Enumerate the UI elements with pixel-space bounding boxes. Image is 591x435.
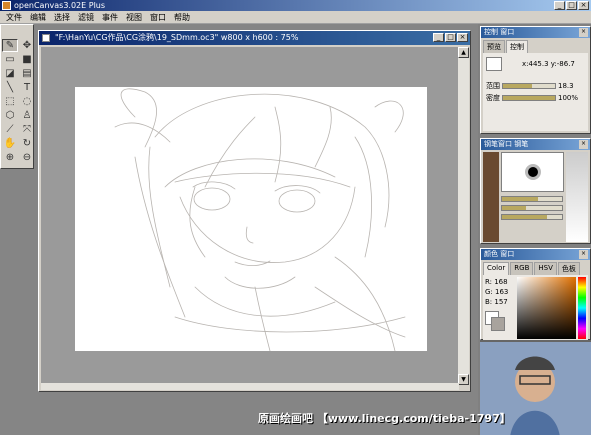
- minimize-button[interactable]: _: [554, 1, 565, 10]
- menu-filter[interactable]: 滤镜: [74, 11, 98, 24]
- zoom-out-tool-icon[interactable]: ⊖: [19, 151, 35, 164]
- document-icon: [42, 34, 50, 42]
- app-window: openCanvas3.02E Plus _ □ × 文件 编辑 选择 滤镜 事…: [0, 0, 591, 435]
- scroll-up-icon[interactable]: ▲: [458, 47, 469, 58]
- close-icon[interactable]: ×: [579, 28, 588, 37]
- canvas-area[interactable]: [41, 47, 459, 385]
- doc-close-button[interactable]: ×: [457, 33, 468, 42]
- stamp-tool-icon[interactable]: ♙: [19, 109, 35, 122]
- select-tool-icon[interactable]: ⬚: [2, 95, 18, 108]
- gradient-tool-icon[interactable]: ▤: [19, 67, 35, 80]
- menu-bar: 文件 编辑 选择 滤镜 事件 视图 窗口 帮助: [0, 11, 591, 24]
- brush-list[interactable]: [483, 152, 499, 242]
- density-slider[interactable]: [502, 95, 556, 101]
- range-label: 范围: [486, 82, 500, 90]
- brush-slider-1[interactable]: [501, 196, 563, 202]
- brush-slider-3[interactable]: [501, 214, 563, 220]
- rect-select-tool-icon[interactable]: ▭: [2, 53, 18, 66]
- range-slider[interactable]: [502, 83, 556, 89]
- brush-slider-2[interactable]: [501, 205, 563, 211]
- color-picker-field[interactable]: [517, 277, 576, 339]
- brush-texture-strip[interactable]: [566, 152, 588, 242]
- coords-readout: x:445.3 y:-86.7: [522, 60, 575, 68]
- close-button[interactable]: ×: [578, 1, 589, 10]
- menu-help[interactable]: 帮助: [170, 11, 194, 24]
- menu-file[interactable]: 文件: [2, 11, 26, 24]
- sketch-artwork: [114, 88, 406, 352]
- density-value: 100%: [558, 94, 579, 102]
- transform-tool-icon[interactable]: ⤧: [19, 123, 35, 136]
- tab-preview[interactable]: 预览: [483, 40, 505, 53]
- horizontal-scrollbar[interactable]: [41, 383, 459, 390]
- move-tool-icon[interactable]: ✥: [19, 39, 35, 52]
- document-window: "F:\HanYu\CG作品\CG涂鸦\19_SDmm.oc3" w800 x …: [38, 30, 471, 392]
- control-panel-title: 控制 窗口 ×: [481, 27, 590, 38]
- foreground-color-swatch[interactable]: [491, 317, 505, 331]
- green-value: G: 163: [485, 288, 509, 296]
- app-icon: [2, 1, 11, 10]
- density-label: 密度: [486, 94, 500, 102]
- tab-rgb[interactable]: RGB: [510, 262, 534, 275]
- app-titlebar: openCanvas3.02E Plus _ □ ×: [0, 0, 591, 11]
- pen-tool-icon[interactable]: ✎: [2, 39, 18, 52]
- zoom-in-tool-icon[interactable]: ⊕: [2, 151, 18, 164]
- doc-minimize-button[interactable]: _: [433, 33, 444, 42]
- drawing-paper[interactable]: [75, 87, 427, 352]
- line-tool-icon[interactable]: ╲: [2, 81, 18, 94]
- document-titlebar: "F:\HanYu\CG作品\CG涂鸦\19_SDmm.oc3" w800 x …: [39, 31, 470, 45]
- close-icon[interactable]: ×: [579, 140, 588, 149]
- color-panel-title: 颜色 窗口 ×: [481, 249, 590, 260]
- menu-event[interactable]: 事件: [98, 11, 122, 24]
- control-panel: 控制 窗口× 预览 控制 x:445.3 y:-86.7 范围 18.3 密度: [480, 26, 591, 134]
- app-title: openCanvas3.02E Plus: [14, 1, 106, 10]
- tab-palette[interactable]: 色板: [557, 262, 580, 275]
- scroll-down-icon[interactable]: ▼: [458, 374, 469, 385]
- vertical-scrollbar[interactable]: ▲ ▼: [458, 47, 469, 385]
- text-tool-icon[interactable]: T: [19, 81, 35, 94]
- brush-panel-title: 钢笔窗口 钢笔 ×: [481, 139, 590, 150]
- shape-tool-icon[interactable]: ⬡: [2, 109, 18, 122]
- brush-panel: 钢笔窗口 钢笔 ×: [480, 138, 591, 244]
- doc-maximize-button[interactable]: □: [445, 33, 456, 42]
- toolbox: ✎ ✥ ▭ ■ ◪ ▤ ╲ T ⬚ ◌ ⬡ ♙ ⟋ ⤧ ✋ ↻ ⊕ ⊖: [0, 24, 34, 169]
- brush-size-preview[interactable]: [501, 152, 564, 192]
- blue-value: B: 157: [485, 298, 508, 306]
- menu-window[interactable]: 窗口: [146, 11, 170, 24]
- eraser-tool-icon[interactable]: ◪: [2, 67, 18, 80]
- rotate-tool-icon[interactable]: ↻: [19, 137, 35, 150]
- menu-view[interactable]: 视图: [122, 11, 146, 24]
- tab-hsv[interactable]: HSV: [534, 262, 557, 275]
- lasso-tool-icon[interactable]: ◌: [19, 95, 35, 108]
- menu-select[interactable]: 选择: [50, 11, 74, 24]
- range-value: 18.3: [558, 82, 574, 90]
- fill-rect-tool-icon[interactable]: ■: [19, 53, 35, 66]
- pen-preview-icon: [486, 57, 502, 71]
- maximize-button[interactable]: □: [566, 1, 577, 10]
- tab-color[interactable]: Color: [483, 262, 510, 275]
- hue-slider[interactable]: [578, 277, 586, 339]
- close-icon[interactable]: ×: [579, 250, 588, 259]
- color-panel: 颜色 窗口 × Color RGB HSV 色板 R: 168 G: 163 B:…: [480, 248, 591, 341]
- hand-tool-icon[interactable]: ✋: [2, 137, 18, 150]
- tab-control[interactable]: 控制: [506, 40, 528, 53]
- red-value: R: 168: [485, 278, 508, 286]
- watermark-text: 原画绘画吧 【www.linecg.com/tieba-1797】: [258, 412, 511, 425]
- document-title: "F:\HanYu\CG作品\CG涂鸦\19_SDmm.oc3" w800 x …: [55, 33, 299, 42]
- eyedropper-tool-icon[interactable]: ⟋: [2, 123, 18, 136]
- menu-edit[interactable]: 编辑: [26, 11, 50, 24]
